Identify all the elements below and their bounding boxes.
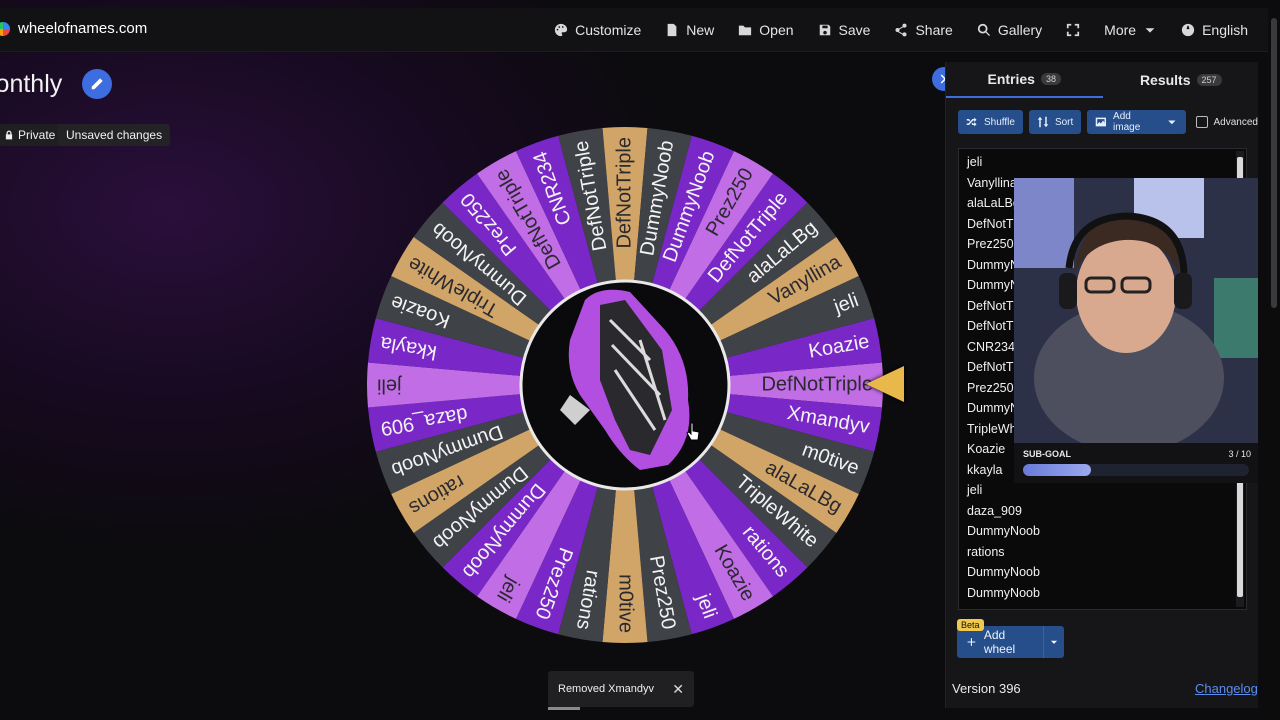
entries-count-badge: 38 [1040, 73, 1061, 85]
lock-icon [5, 130, 13, 140]
fullscreen-icon [1067, 23, 1080, 37]
chevron-down-icon [1051, 640, 1058, 644]
language-menu-item[interactable]: English [1169, 8, 1260, 52]
unsaved-chip: Unsaved changes [58, 124, 171, 146]
edit-title-button[interactable] [82, 69, 112, 99]
share-label: Share [915, 22, 953, 38]
wheel-segment-label: DefNotTriple [761, 373, 873, 395]
chevron-down-icon [1167, 120, 1176, 125]
spin-wheel[interactable]: DefNotTripleXmandyvm0tivealaLaLBgTripleW… [365, 92, 885, 672]
toast-timer-bar [548, 707, 580, 710]
folder-icon [739, 25, 752, 36]
streamer-image [1014, 178, 1258, 443]
gallery-label: Gallery [997, 22, 1043, 38]
save-icon [819, 24, 830, 36]
private-label: Private [18, 128, 56, 142]
tab-entries[interactable]: Entries 38 [946, 62, 1103, 98]
add-wheel-dropdown[interactable] [1044, 637, 1064, 647]
new-label: New [686, 22, 715, 38]
customize-menu-item[interactable]: Customize [542, 8, 653, 52]
page-scrollbar[interactable] [1268, 8, 1280, 720]
version-label: Version 396 [952, 681, 1021, 696]
shuffle-icon [966, 117, 977, 127]
sort-label: Sort [1054, 116, 1074, 128]
search-icon [977, 23, 990, 37]
changelog-link[interactable]: Changelog [1195, 681, 1258, 696]
toast-notification: Removed Xmandyv ✕ [548, 671, 694, 707]
unsaved-label: Unsaved changes [66, 128, 163, 142]
subgoal-count: 3 / 10 [1228, 449, 1251, 459]
sort-button[interactable]: Sort [1028, 110, 1082, 134]
shuffle-label: Shuffle [984, 116, 1015, 128]
globe-icon [1181, 23, 1195, 37]
top-bar: wheelofnames.com Customize New Open Save… [0, 8, 1268, 52]
chevron-down-icon [1145, 28, 1155, 33]
plus-icon [967, 638, 976, 646]
tab-results[interactable]: Results 257 [1103, 62, 1260, 98]
wheel-pointer [866, 366, 904, 402]
sort-icon [1037, 116, 1049, 128]
advanced-label: Advanced [1213, 116, 1258, 128]
add-wheel-label: Add wheel [983, 628, 1016, 656]
entry-item[interactable]: DummyNoob [967, 583, 1040, 604]
wheel-segment-label: m0tive [615, 574, 637, 633]
wheel-title: lonthly [0, 70, 63, 98]
results-count-badge: 257 [1196, 74, 1222, 86]
language-label: English [1202, 22, 1248, 38]
pencil-icon [91, 78, 103, 90]
subgoal-label: SUB-GOAL [1023, 449, 1071, 459]
webcam-overlay [1014, 178, 1258, 443]
logo-icon [0, 22, 10, 36]
save-menu-item[interactable]: Save [806, 8, 883, 52]
private-chip[interactable]: Private [0, 124, 64, 146]
open-label: Open [759, 22, 794, 38]
open-menu-item[interactable]: Open [726, 8, 805, 52]
more-menu-item[interactable]: More [1092, 8, 1169, 52]
image-icon [1096, 117, 1107, 127]
customize-label: Customize [575, 22, 642, 38]
toast-message: Removed Xmandyv [558, 683, 654, 695]
tab-entries-label: Entries [987, 71, 1035, 87]
new-menu-item[interactable]: New [653, 8, 726, 52]
advanced-checkbox[interactable] [1195, 116, 1208, 128]
entries-actions: Shuffle Sort Add image Advanced [958, 110, 1258, 134]
subgoal-progress-bar [1023, 464, 1249, 476]
subgoal-progress-fill [1023, 464, 1091, 476]
wheel-segment-label: DefNotTriple [613, 137, 635, 249]
entry-item[interactable]: DummyNoob [967, 521, 1040, 542]
mouse-cursor-icon [686, 422, 700, 441]
share-icon [895, 23, 907, 37]
site-title[interactable]: wheelofnames.com [18, 20, 147, 37]
advanced-toggle[interactable]: Advanced [1195, 116, 1258, 128]
top-menu: Customize New Open Save Share Gallery Mo… [542, 8, 1260, 52]
entry-item[interactable]: rations [967, 542, 1040, 563]
more-label: More [1104, 22, 1137, 38]
add-image-button[interactable]: Add image [1087, 110, 1186, 134]
entry-item[interactable]: DummyNoob [967, 562, 1040, 583]
save-label: Save [838, 22, 871, 38]
shuffle-button[interactable]: Shuffle [958, 110, 1023, 134]
palette-icon [555, 23, 568, 37]
add-image-label: Add image [1113, 111, 1141, 133]
wheel-segment-label: jeli [377, 375, 402, 397]
beta-badge: Beta [957, 619, 984, 631]
gallery-menu-item[interactable]: Gallery [965, 8, 1054, 52]
page-scrollbar-thumb[interactable] [1271, 18, 1277, 308]
share-menu-item[interactable]: Share [882, 8, 964, 52]
entry-item[interactable]: jeli [967, 480, 1040, 501]
entry-item[interactable]: jeli [967, 152, 1040, 173]
entry-item[interactable]: daza_909 [967, 501, 1040, 522]
tab-results-label: Results [1139, 72, 1191, 88]
subgoal-widget: SUB-GOAL 3 / 10 [1014, 443, 1258, 483]
toast-close-button[interactable]: ✕ [672, 681, 684, 698]
panel-tabs: Entries 38 Results 257 [946, 62, 1259, 98]
document-icon [667, 23, 677, 37]
fullscreen-button[interactable] [1054, 8, 1092, 52]
